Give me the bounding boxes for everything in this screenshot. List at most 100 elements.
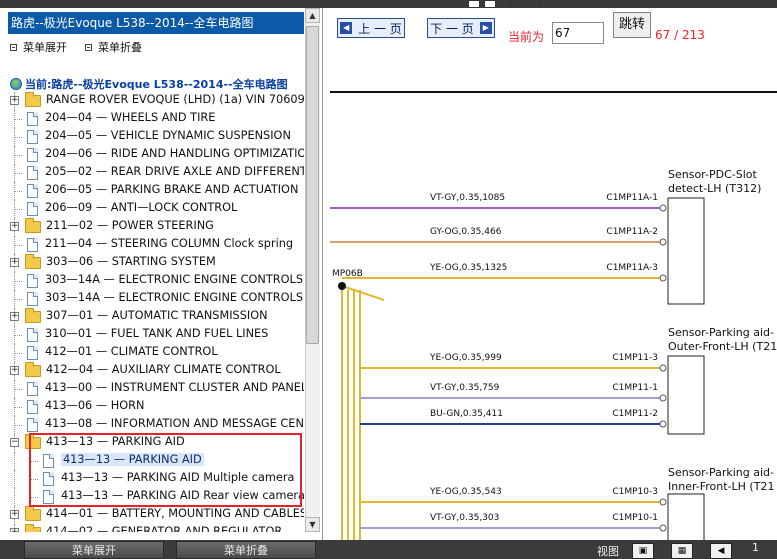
tree-item-label: 303—14A — ELECTRONIC ENGINE CONTROLS: [45, 273, 303, 286]
tree-item[interactable]: +307—01 — AUTOMATIC TRANSMISSION: [8, 308, 304, 326]
document-icon: [27, 400, 38, 414]
pin-terminal: [659, 274, 667, 282]
tree-item[interactable]: 204—04 — WHEELS AND TIRE: [8, 110, 304, 128]
expand-all-menu[interactable]: 菜单展开: [10, 40, 67, 54]
tree-item[interactable]: +414—01 — BATTERY, MOUNTING AND CABLES: [8, 506, 304, 524]
window-icon[interactable]: [484, 0, 496, 8]
expand-plus-icon[interactable]: +: [10, 312, 19, 321]
tree-item[interactable]: 206—09 — ANTI—LOCK CONTROL: [8, 200, 304, 218]
wire-label: GY-OG,0.35,466: [430, 227, 502, 237]
bottom-expand-all-button[interactable]: 菜单展开: [24, 541, 164, 559]
pin-terminal: [659, 394, 667, 402]
tree-item[interactable]: +303—06 — STARTING SYSTEM: [8, 254, 304, 272]
next-page-button[interactable]: 下 一 页 ▶: [427, 18, 495, 38]
document-icon: [27, 238, 38, 252]
collapse-all-label: 菜单折叠: [98, 41, 142, 54]
top-strip: [0, 0, 777, 8]
bottom-collapse-all-button[interactable]: 菜单折叠: [176, 541, 316, 559]
document-icon: [27, 274, 38, 288]
tree-item[interactable]: 204—05 — VEHICLE DYNAMIC SUSPENSION: [8, 128, 304, 146]
pin-terminal: [659, 364, 667, 372]
expand-plus-icon[interactable]: +: [10, 222, 19, 231]
tree-item[interactable]: 303—14A — ELECTRONIC ENGINE CONTROLS: [8, 272, 304, 290]
tree-item-label: 204—05 — VEHICLE DYNAMIC SUSPENSION: [45, 129, 291, 142]
document-icon: [27, 148, 38, 162]
folder-icon: [25, 308, 41, 323]
document-icon: [27, 418, 38, 432]
prev-page-label: 上 一 页: [358, 21, 402, 36]
tree-item-label: 211—04 — STEERING COLUMN Clock spring: [45, 237, 294, 250]
component-label: Sensor-Parking aid-: [668, 326, 774, 339]
folder-icon: [25, 92, 41, 107]
tree-connector: [14, 209, 22, 210]
scroll-up-arrow-icon[interactable]: ▲: [305, 8, 320, 23]
expand-plus-icon[interactable]: +: [10, 366, 19, 375]
collapse-all-menu[interactable]: 菜单折叠: [85, 40, 142, 54]
component-box: [667, 493, 705, 540]
tree-item[interactable]: +412—04 — AUXILIARY CLIMATE CONTROL: [8, 362, 304, 380]
view-label: 视图: [597, 545, 619, 558]
tree-item[interactable]: + RANGE ROVER EVOQUE (LHD) (1a) VIN 70609…: [8, 92, 304, 110]
pin-label: C1MP11-3: [612, 353, 658, 363]
tree-connector: [14, 488, 15, 506]
document-icon: [27, 130, 38, 144]
component-box: [667, 197, 705, 305]
tree-title: 路虎--极光Evoque L538--2014--全车电路图: [8, 12, 304, 34]
tree-item[interactable]: 413—06 — HORN: [8, 398, 304, 416]
tree-item[interactable]: 412—01 — CLIMATE CONTROL: [8, 344, 304, 362]
expand-plus-icon[interactable]: +: [10, 528, 19, 532]
document-icon: [27, 112, 38, 126]
tree-item[interactable]: 205—02 — REAR DRIVE AXLE AND DIFFERENTIA…: [8, 164, 304, 182]
tree-connector: [14, 335, 22, 336]
tree-item-label: 412—04 — AUXILIARY CLIMATE CONTROL: [46, 363, 281, 376]
window-icon[interactable]: [468, 0, 480, 8]
tree-item[interactable]: +211—02 — POWER STEERING: [8, 218, 304, 236]
collapse-icon: [85, 43, 92, 51]
pin-label: C1MP11-1: [612, 383, 658, 393]
wire-label: YE-OG,0.35,1325: [429, 263, 507, 273]
wire-label: VT-GY,0.35,1085: [430, 193, 505, 203]
scroll-down-arrow-icon[interactable]: ▼: [305, 517, 320, 532]
tree-item[interactable]: 206—05 — PARKING BRAKE AND ACTUATION: [8, 182, 304, 200]
pin-label: C1MP11A-1: [606, 193, 658, 203]
document-icon: [27, 184, 38, 198]
component-label: Sensor-Parking aid-: [668, 466, 774, 479]
collapse-minus-icon[interactable]: −: [10, 438, 19, 447]
tree-connector: [14, 137, 22, 138]
tree-connector: [14, 353, 22, 354]
view-fit-icon[interactable]: ▦: [671, 543, 693, 559]
tree-item[interactable]: +414—02 — GENERATOR AND REGULATOR: [8, 524, 304, 532]
component-label: Sensor-PDC-Slot: [668, 168, 757, 181]
tree-item-label: 204—04 — WHEELS AND TIRE: [45, 111, 216, 124]
tree-item-label: 310—01 — FUEL TANK AND FUEL LINES: [45, 327, 269, 340]
prev-page-button[interactable]: ◀ 上 一 页: [337, 18, 405, 38]
tree-item-label: 413—00 — INSTRUMENT CLUSTER AND PANEL: [45, 381, 304, 394]
tree-item-label: 303—14A — ELECTRONIC ENGINE CONTROLS: [45, 291, 303, 304]
tree-item[interactable]: 303—14A — ELECTRONIC ENGINE CONTROLS: [8, 290, 304, 308]
tree-item[interactable]: 413—08 — INFORMATION AND MESSAGE CENTER: [8, 416, 304, 434]
expand-plus-icon[interactable]: +: [10, 258, 19, 267]
tree-item[interactable]: 310—01 — FUEL TANK AND FUEL LINES: [8, 326, 304, 344]
tree-item[interactable]: 413—00 — INSTRUMENT CLUSTER AND PANEL: [8, 380, 304, 398]
expand-plus-icon[interactable]: +: [10, 510, 19, 519]
tree-connector: [14, 299, 22, 300]
tree-item[interactable]: 204—06 — RIDE AND HANDLING OPTIMIZATION: [8, 146, 304, 164]
folder-icon: [25, 254, 41, 269]
scroll-thumb[interactable]: [306, 26, 319, 344]
tree-item[interactable]: 211—04 — STEERING COLUMN Clock spring: [8, 236, 304, 254]
view-back-icon[interactable]: ◀: [710, 543, 732, 559]
expand-plus-icon[interactable]: +: [10, 96, 19, 105]
go-button[interactable]: 跳转: [613, 12, 651, 38]
page-number-input[interactable]: 67: [552, 22, 604, 44]
document-icon: [27, 346, 38, 360]
document-icon: [27, 292, 38, 306]
tree-connector: [14, 191, 22, 192]
tree-connector: [14, 452, 15, 470]
tree-item-label: 412—01 — CLIMATE CONTROL: [45, 345, 218, 358]
page-indicator: 1: [752, 541, 759, 554]
view-single-icon[interactable]: ▣: [632, 543, 654, 559]
wire-label: VT-GY,0.35,759: [430, 383, 500, 393]
splice-node: [338, 282, 346, 290]
tree-item-label: 413—08 — INFORMATION AND MESSAGE CENTER: [45, 417, 304, 430]
tree-connector: [14, 425, 22, 426]
